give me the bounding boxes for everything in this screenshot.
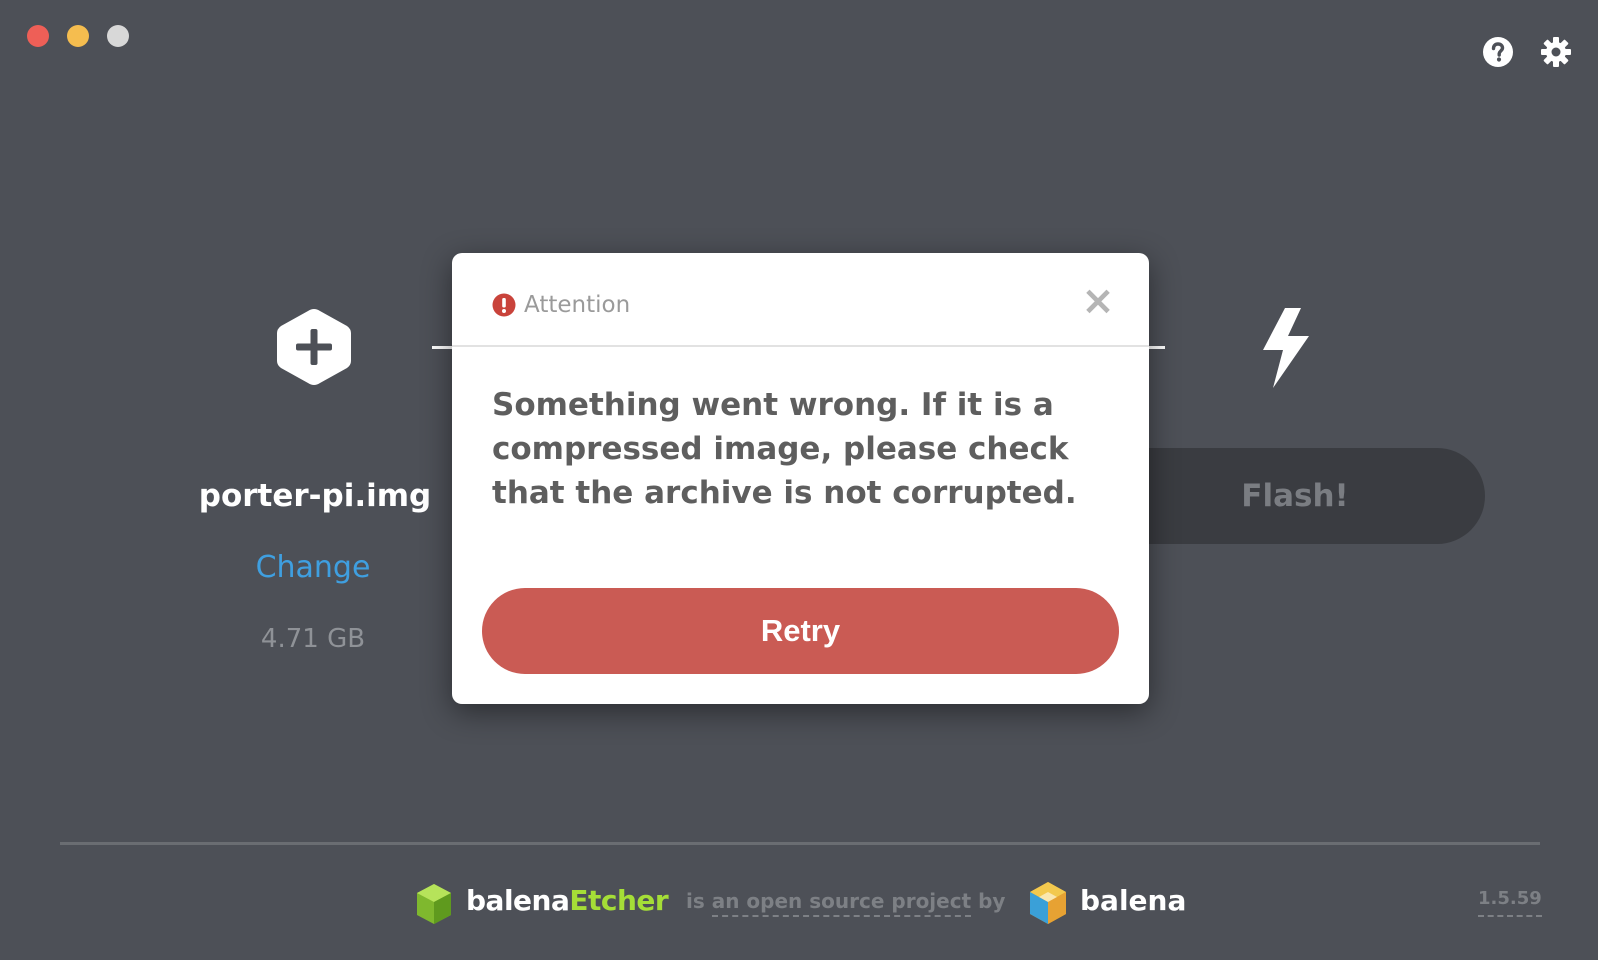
etcher-logo-icon[interactable] (414, 882, 454, 926)
open-source-prefix: is (686, 889, 712, 913)
retry-button[interactable]: Retry (482, 588, 1119, 674)
image-size: 4.71 GB (260, 624, 366, 654)
version-link[interactable]: 1.5.59 (1478, 888, 1542, 917)
gear-icon[interactable] (1540, 36, 1572, 68)
error-modal: Attention × Something went wrong. If it … (452, 253, 1149, 704)
balena-brand[interactable]: balena (1080, 884, 1186, 917)
etcher-brand-suffix: Etcher (569, 884, 669, 917)
lightning-bolt-icon (1263, 308, 1309, 388)
app-window: porter-pi.img Change 4.71 GB Flash! bale… (0, 0, 1598, 960)
help-icon[interactable] (1482, 36, 1514, 68)
window-maximize-button[interactable] (107, 25, 129, 47)
image-file-name: porter-pi.img (198, 478, 432, 514)
open-source-text: is an open source project by (686, 889, 1006, 917)
modal-header: Attention × (452, 253, 1149, 347)
footer-divider (60, 842, 1540, 845)
close-icon[interactable]: × (1080, 281, 1116, 321)
etcher-brand[interactable]: balenaEtcher (466, 884, 669, 917)
exclamation-circle-icon (492, 293, 516, 317)
window-close-button[interactable] (27, 25, 49, 47)
modal-message: Something went wrong. If it is a compres… (492, 387, 1077, 511)
change-image-link[interactable]: Change (213, 550, 413, 585)
etcher-brand-prefix: balena (466, 884, 570, 917)
window-minimize-button[interactable] (67, 25, 89, 47)
modal-title: Attention (524, 292, 631, 318)
open-source-suffix: by (971, 889, 1006, 913)
open-source-link[interactable]: an open source project (711, 889, 972, 917)
balena-logo-icon[interactable] (1027, 880, 1069, 926)
plus-hexagon-icon[interactable] (273, 306, 355, 388)
